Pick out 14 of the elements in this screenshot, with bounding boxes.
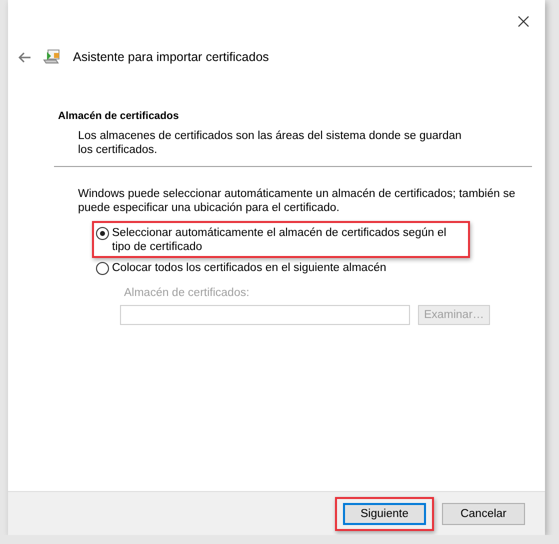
- radio-button[interactable]: [96, 262, 109, 275]
- certificate-icon: [43, 48, 61, 66]
- section-description: Los almacenes de certificados son las áreas del sistema donde se guardan los certificados.: [78, 129, 463, 157]
- option-label[interactable]: Colocar todos los certificados en el siguiente almacén: [112, 261, 386, 275]
- option-label[interactable]: Seleccionar automáticamente el almacén de certificados según el tipo de certificado: [112, 226, 462, 254]
- next-button[interactable]: Siguiente: [343, 502, 426, 524]
- window-title: Asistente para importar certificados: [73, 50, 269, 64]
- section-heading: Almacén de certificados: [58, 110, 180, 122]
- back-arrow-icon[interactable]: [18, 52, 31, 62]
- field-label: Almacén de certificados:: [124, 287, 250, 299]
- radio-button[interactable]: [96, 227, 109, 240]
- close-icon: [518, 16, 528, 26]
- cancel-button[interactable]: Cancelar: [442, 502, 525, 524]
- intro-text: Windows puede seleccionar automáticamente un almacén de certificados; también se puede especificar una ubicación para el certificado.: [78, 187, 516, 215]
